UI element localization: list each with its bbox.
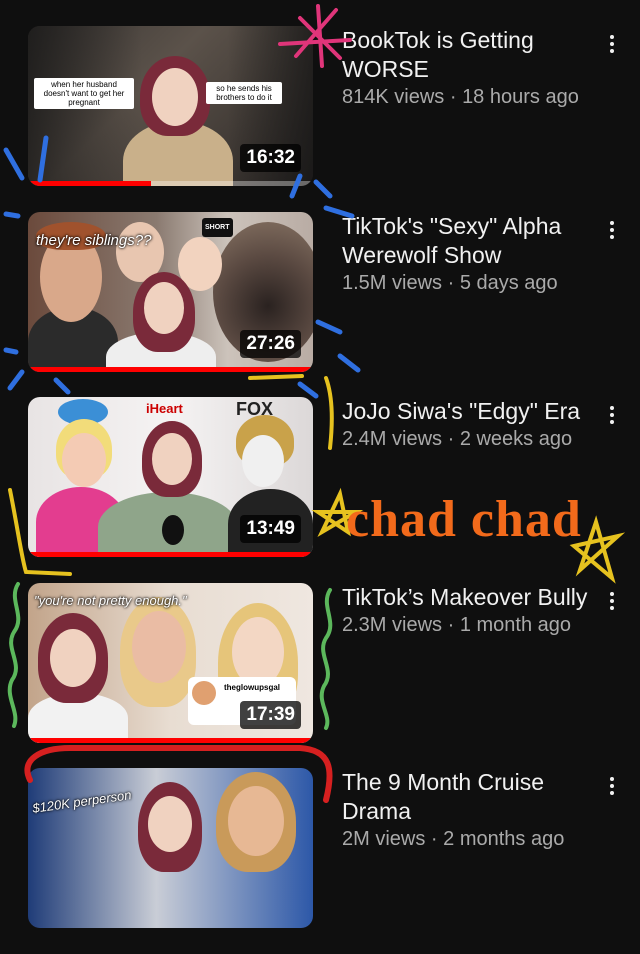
- face-shape: [50, 629, 96, 687]
- video-thumbnail[interactable]: theglowupsgal "you're not pretty enough.…: [28, 583, 313, 743]
- watch-progress-bar: [28, 552, 313, 557]
- video-title[interactable]: JoJo Siwa's "Edgy" Era: [342, 397, 590, 426]
- face-shape: [228, 786, 284, 856]
- video-meta: 2.3M views · 1 month ago: [342, 614, 572, 636]
- upload-age: 2 months ago: [443, 828, 565, 850]
- face-shape: [242, 435, 284, 487]
- watch-progress-bar: [28, 738, 313, 743]
- microphone-icon: [162, 515, 184, 545]
- video-meta: 1.5M views · 5 days ago: [342, 272, 558, 294]
- face-shape: [62, 433, 106, 487]
- video-item[interactable]: theglowupsgal "you're not pretty enough.…: [0, 583, 640, 769]
- more-vert-icon[interactable]: [600, 774, 624, 798]
- avatar: [192, 681, 216, 705]
- upload-age: 1 month ago: [459, 614, 572, 636]
- thumbnail-overlay-text: "you're not pretty enough.": [34, 593, 187, 608]
- video-thumbnail[interactable]: they're siblings?? SHORT 27:26: [28, 212, 313, 372]
- thumbnail-caption: so he sends his brothers to do it: [206, 82, 282, 104]
- face-shape: [144, 282, 184, 334]
- video-item[interactable]: they're siblings?? SHORT 27:26 TikTok's …: [0, 212, 640, 398]
- more-vert-icon[interactable]: [600, 32, 624, 56]
- video-meta: 2.4M views · 2 weeks ago: [342, 428, 573, 450]
- video-item[interactable]: $120K perperson The 9 Month Cruise Drama…: [0, 768, 640, 954]
- face-shape: [152, 68, 198, 126]
- view-count: 1.5M views: [342, 272, 443, 294]
- more-vert-icon[interactable]: [600, 218, 624, 242]
- profile-handle: theglowupsgal: [224, 683, 280, 692]
- handwritten-annotation: chad chad: [346, 491, 582, 548]
- thumbnail-caption: when her husband doesn't want to get her…: [34, 78, 134, 109]
- watch-progress-bar: [28, 367, 313, 372]
- view-count: 814K views: [342, 86, 445, 108]
- video-thumbnail[interactable]: when her husband doesn't want to get her…: [28, 26, 313, 186]
- watch-progress-bar: [28, 181, 151, 186]
- short-badge: SHORT: [202, 218, 233, 237]
- duration-badge: 17:39: [240, 701, 301, 729]
- video-meta: 814K views · 18 hours ago: [342, 86, 579, 108]
- face-shape: [152, 433, 192, 485]
- video-title[interactable]: The 9 Month Cruise Drama: [342, 768, 590, 826]
- video-title[interactable]: TikTok’s Makeover Bully: [342, 583, 590, 612]
- upload-age: 2 weeks ago: [459, 428, 573, 450]
- duration-badge: 27:26: [240, 330, 301, 358]
- view-count: 2M views: [342, 828, 426, 850]
- video-meta: 2M views · 2 months ago: [342, 828, 565, 850]
- more-vert-icon[interactable]: [600, 403, 624, 427]
- more-vert-icon[interactable]: [600, 589, 624, 613]
- upload-age: 18 hours ago: [462, 86, 579, 108]
- thumbnail-overlay-text: they're siblings??: [36, 232, 152, 249]
- face-shape: [132, 611, 186, 683]
- video-thumbnail[interactable]: $120K perperson: [28, 768, 313, 928]
- view-count: 2.4M views: [342, 428, 443, 450]
- video-title[interactable]: TikTok's "Sexy" Alpha Werewolf Show: [342, 212, 590, 270]
- view-count: 2.3M views: [342, 614, 443, 636]
- video-item[interactable]: when her husband doesn't want to get her…: [0, 26, 640, 212]
- duration-badge: 13:49: [240, 515, 301, 543]
- video-title[interactable]: BookTok is Getting WORSE: [342, 26, 590, 84]
- video-thumbnail[interactable]: iHeart FOX 13:49: [28, 397, 313, 557]
- face-shape: [148, 796, 192, 852]
- upload-age: 5 days ago: [459, 272, 558, 294]
- logo-iheart: iHeart: [146, 401, 183, 416]
- duration-badge: 16:32: [240, 144, 301, 172]
